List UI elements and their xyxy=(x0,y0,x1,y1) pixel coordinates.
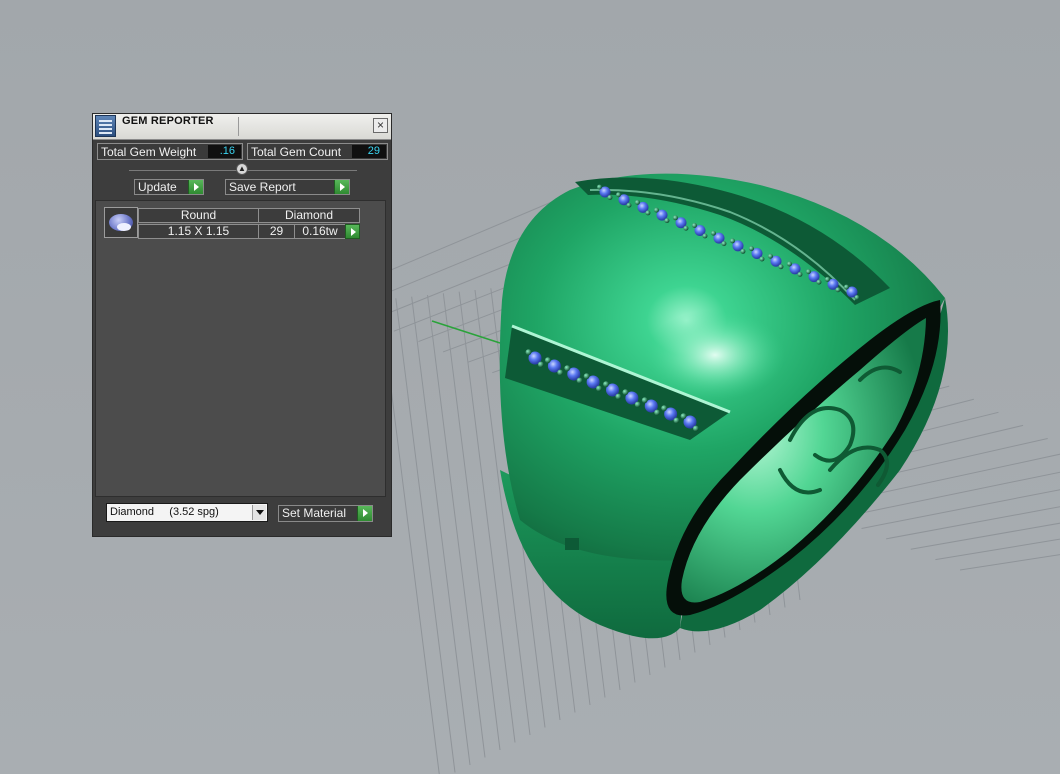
material-dropdown[interactable]: Diamond (3.52 spg) xyxy=(106,503,268,522)
play-arrow-icon xyxy=(357,506,372,521)
total-gem-count-field: Total Gem Count 29 xyxy=(247,143,388,160)
total-gem-count-label: Total Gem Count xyxy=(251,145,342,159)
select-gem-row-button[interactable] xyxy=(345,224,360,239)
update-button[interactable]: Update xyxy=(134,179,204,195)
gem-reporter-panel: GEM REPORTER × Total Gem Weight .16 Tota… xyxy=(92,113,392,537)
gem-list: Round Diamond 1.15 X 1.15 29 0.16tw xyxy=(95,200,386,497)
panel-title: GEM REPORTER xyxy=(122,115,214,127)
play-arrow-icon xyxy=(334,180,349,194)
save-report-button[interactable]: Save Report xyxy=(225,179,350,195)
total-gem-count-value: 29 xyxy=(352,145,386,158)
set-material-button-label: Set Material xyxy=(282,506,347,520)
save-report-button-label: Save Report xyxy=(229,180,296,194)
total-gem-weight-value: .16 xyxy=(208,145,241,158)
total-gem-weight-field: Total Gem Weight .16 xyxy=(97,143,243,160)
total-gem-weight-label: Total Gem Weight xyxy=(101,145,197,159)
gem-weight-cell: 0.16tw xyxy=(294,224,346,239)
play-arrow-icon xyxy=(188,180,203,194)
gem-shape-cell: Round xyxy=(138,208,259,223)
update-button-label: Update xyxy=(138,180,177,194)
round-diamond-icon[interactable] xyxy=(104,207,138,238)
panel-titlebar[interactable]: GEM REPORTER × xyxy=(93,114,391,140)
close-button[interactable]: × xyxy=(373,118,388,133)
title-divider xyxy=(238,117,239,136)
material-dropdown-value: Diamond (3.52 spg) xyxy=(110,506,219,518)
gem-count-cell: 29 xyxy=(258,224,295,239)
gem-material-cell: Diamond xyxy=(258,208,360,223)
set-material-button[interactable]: Set Material xyxy=(278,505,373,522)
collapse-up-icon[interactable]: ▲ xyxy=(236,163,248,175)
gem-size-cell: 1.15 X 1.15 xyxy=(138,224,259,239)
chevron-down-icon[interactable] xyxy=(252,505,266,520)
gem-reporter-icon xyxy=(95,115,116,137)
